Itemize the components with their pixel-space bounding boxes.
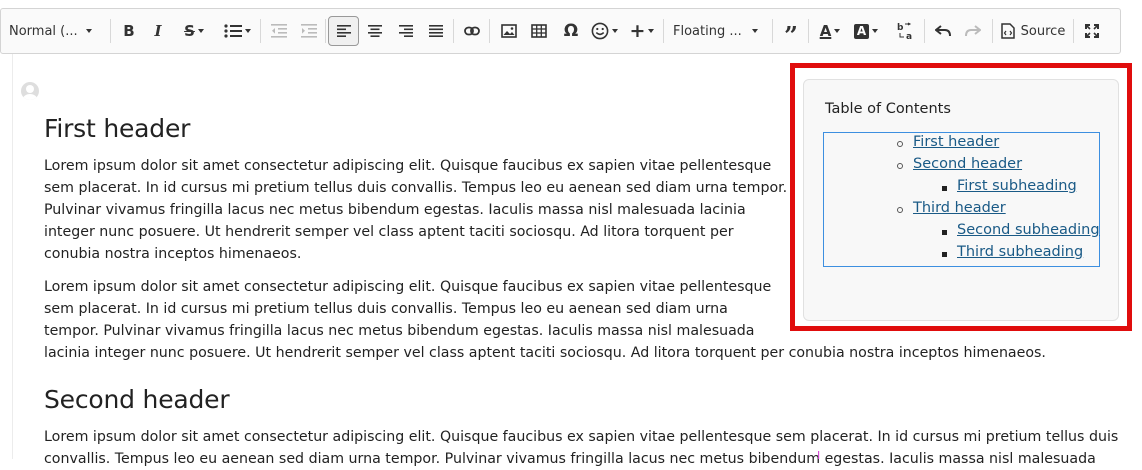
- editor-left-border: [12, 54, 13, 459]
- indent-button[interactable]: [297, 9, 321, 53]
- link-button[interactable]: [460, 9, 484, 53]
- chevron-down-icon: [85, 29, 92, 33]
- floating-dropdown-label: Floating ...: [673, 23, 742, 39]
- background-color-icon: A: [854, 23, 869, 39]
- editor-toolbar: Normal (... B I S Ω + Floating ... ” A A…: [0, 8, 1121, 54]
- heading-second-header[interactable]: Second header: [44, 385, 230, 414]
- format-dropdown[interactable]: Normal (...: [9, 9, 103, 53]
- toolbar-separator: [924, 19, 925, 43]
- toolbar-separator: [663, 19, 664, 43]
- chevron-down-icon: [648, 29, 655, 33]
- indent-icon: [301, 24, 317, 38]
- toolbar-separator: [110, 19, 111, 43]
- text-cursor: I: [817, 449, 821, 462]
- chevron-down-icon: [872, 29, 878, 33]
- toolbar-separator: [1073, 19, 1074, 43]
- toolbar-separator: [260, 19, 261, 43]
- toolbar-separator: [808, 19, 809, 43]
- source-icon: [1000, 23, 1015, 39]
- image-button[interactable]: [497, 9, 521, 53]
- emoji-icon: [591, 22, 608, 40]
- special-character-button[interactable]: Ω: [559, 9, 583, 53]
- align-right-button[interactable]: [394, 9, 418, 53]
- emoji-button[interactable]: [588, 9, 620, 53]
- redo-icon: [965, 25, 981, 37]
- paragraph-line: Lorem ipsum dolor sit amet consectetur a…: [44, 429, 1119, 445]
- source-button[interactable]: Source: [999, 9, 1067, 53]
- align-left-button[interactable]: [328, 16, 359, 46]
- chevron-down-icon: [244, 29, 251, 33]
- chevron-down-icon: [834, 29, 841, 33]
- blockquote-button[interactable]: ”: [779, 9, 803, 53]
- toolbar-separator: [453, 19, 454, 43]
- align-center-icon: [368, 25, 382, 37]
- align-left-icon: [336, 25, 351, 37]
- toolbar-separator: [489, 19, 490, 43]
- strikethrough-icon: S: [184, 22, 195, 40]
- table-icon: [531, 24, 547, 38]
- chevron-down-icon: [611, 29, 618, 33]
- floating-dropdown[interactable]: Floating ...: [673, 9, 765, 53]
- text-color-icon: A: [819, 22, 832, 40]
- justify-button[interactable]: [424, 9, 448, 53]
- toolbar-separator: [772, 19, 773, 43]
- plus-icon: +: [629, 19, 646, 42]
- chevron-down-icon: [197, 29, 204, 33]
- image-icon: [501, 24, 517, 38]
- bold-icon: B: [123, 22, 135, 40]
- quote-icon: ”: [784, 21, 798, 50]
- list-icon: [223, 24, 242, 38]
- paragraph[interactable]: Lorem ipsum dolor sit amet consectetur a…: [44, 426, 1134, 470]
- fullscreen-button[interactable]: [1080, 9, 1104, 53]
- redo-button[interactable]: [961, 9, 985, 53]
- italic-button[interactable]: I: [147, 9, 169, 53]
- undo-icon: [935, 25, 951, 37]
- highlight-annotation-frame: [790, 63, 1132, 331]
- strikethrough-button[interactable]: S: [179, 9, 209, 53]
- text-direction-button[interactable]: b a: [894, 9, 918, 53]
- undo-button[interactable]: [931, 9, 955, 53]
- text-color-button[interactable]: A: [814, 9, 846, 53]
- bulleted-list-button[interactable]: [221, 9, 253, 53]
- bold-button[interactable]: B: [118, 9, 140, 53]
- outdent-button[interactable]: [267, 9, 291, 53]
- table-button[interactable]: [527, 9, 551, 53]
- paragraph[interactable]: Lorem ipsum dolor sit amet consectetur a…: [44, 155, 794, 265]
- svg-text:b: b: [897, 23, 904, 33]
- background-color-button[interactable]: A: [850, 9, 882, 53]
- align-right-icon: [399, 25, 413, 37]
- chevron-down-icon: [751, 29, 758, 33]
- avatar: [21, 82, 39, 100]
- svg-text:a: a: [906, 32, 912, 40]
- toolbar-separator: [992, 19, 993, 43]
- align-center-button[interactable]: [363, 9, 387, 53]
- link-icon: [464, 26, 480, 36]
- justify-icon: [429, 25, 443, 37]
- heading-first-header[interactable]: First header: [44, 114, 190, 143]
- paragraph-line: convallis. Tempus leo eu aenean sed diam…: [44, 451, 1096, 467]
- insert-button[interactable]: +: [627, 9, 657, 53]
- italic-icon: I: [154, 22, 162, 40]
- translate-icon: b a: [897, 22, 912, 40]
- paragraph-line: lacinia integer nunc posuere. Ut hendrer…: [44, 345, 1046, 361]
- fullscreen-icon: [1085, 24, 1099, 38]
- format-dropdown-label: Normal (...: [9, 23, 78, 39]
- toolbar-separator: [325, 19, 326, 43]
- omega-icon: Ω: [563, 21, 579, 41]
- source-button-label: Source: [1020, 23, 1066, 39]
- outdent-icon: [271, 24, 287, 38]
